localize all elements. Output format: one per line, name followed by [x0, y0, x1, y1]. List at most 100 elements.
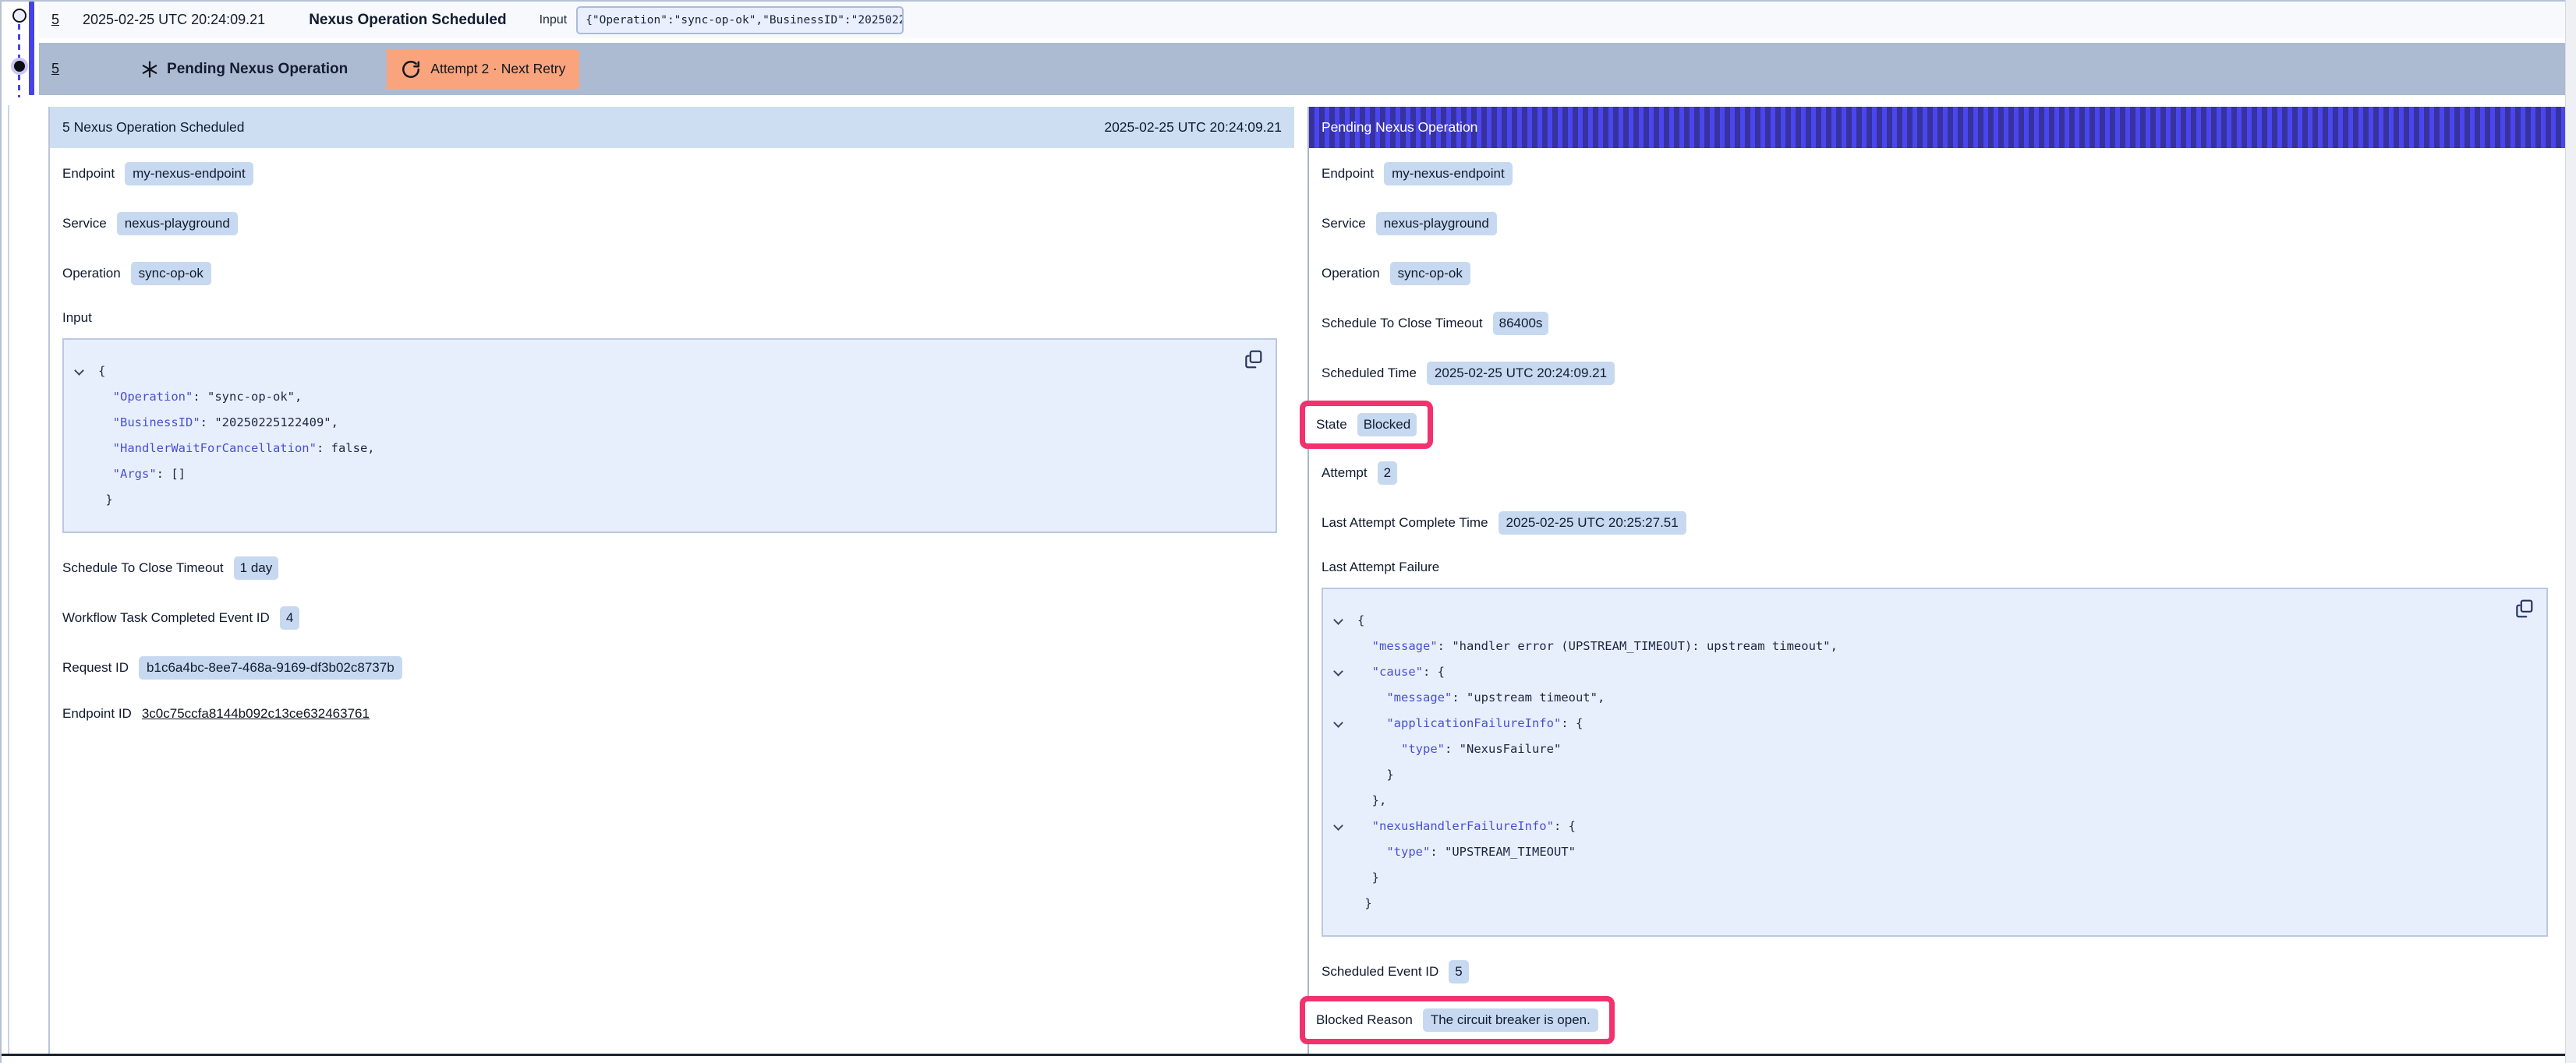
pending-endpoint-label: Endpoint	[1322, 166, 1374, 182]
json-punctuation: :	[1438, 639, 1453, 653]
workflow-task-completed-row: Workflow Task Completed Event ID 4	[62, 606, 1294, 630]
event-row-pending[interactable]: 5 Pending Nexus Operation Attempt 2 · Ne…	[39, 43, 2565, 95]
pending-schedule-to-close-label: Schedule To Close Timeout	[1322, 316, 1483, 331]
pending-panel-header: Pending Nexus Operation	[1309, 107, 2565, 148]
timeline-current-dot-icon	[11, 58, 28, 75]
last-attempt-complete-time-row: Last Attempt Complete Time 2025-02-25 UT…	[1322, 511, 2565, 535]
pending-schedule-to-close-row: Schedule To Close Timeout 86400s	[1322, 312, 2565, 335]
json-key: "BusinessID"	[98, 415, 200, 429]
vertical-scrollbar[interactable]	[2565, 0, 2576, 1063]
last-attempt-complete-time-value-badge: 2025-02-25 UTC 20:25:27.51	[1499, 511, 1686, 535]
scheduled-time-row: Scheduled Time 2025-02-25 UTC 20:24:09.2…	[1322, 362, 2565, 385]
json-key: "applicationFailureInfo"	[1357, 716, 1561, 730]
json-punctuation: : {	[1423, 665, 1445, 679]
page-left-border	[0, 0, 2, 1063]
service-label: Service	[62, 216, 107, 231]
json-punctuation: :	[317, 441, 331, 455]
event-row-scheduled[interactable]: 5 2025-02-25 UTC 20:24:09.21 Nexus Opera…	[39, 2, 2565, 38]
pending-operation-label: Operation	[1322, 266, 1380, 281]
attempt-row: Attempt 2	[1322, 461, 2565, 485]
endpoint-id-row: Endpoint ID 3c0c75ccfa8144b092c13ce63246…	[62, 706, 1294, 722]
operation-label: Operation	[62, 266, 121, 281]
pending-panel-title: Pending Nexus Operation	[1322, 119, 1477, 136]
endpoint-id-link[interactable]: 3c0c75ccfa8144b092c13ce632463761	[142, 706, 370, 722]
pending-title: Pending Nexus Operation	[167, 61, 348, 78]
pending-service-label: Service	[1322, 216, 1366, 231]
left-panel-header: 5 Nexus Operation Scheduled 2025-02-25 U…	[50, 107, 1294, 148]
json-line: "type": "NexusFailure"	[1323, 736, 2531, 762]
pending-operation-row: Operation sync-op-ok	[1322, 262, 2565, 285]
pending-service-row: Service nexus-playground	[1322, 212, 2565, 235]
json-key: "Args"	[98, 467, 157, 481]
endpoint-value-badge: my-nexus-endpoint	[125, 162, 253, 185]
collapse-chevron-icon[interactable]	[1333, 615, 1343, 625]
timeline-dot-core	[14, 61, 25, 72]
json-line: }	[1323, 865, 2531, 891]
pending-service-value-badge: nexus-playground	[1376, 212, 1497, 235]
json-key: "cause"	[1357, 665, 1423, 679]
input-preview-chip[interactable]: {"Operation":"sync-op-ok","BusinessID":"…	[576, 6, 904, 34]
json-line: "Args": []	[64, 461, 1260, 487]
json-value: "sync-op-ok",	[207, 390, 302, 404]
json-line: "type": "UPSTREAM_TIMEOUT"	[1323, 839, 2531, 865]
json-punctuation: }	[1357, 871, 1379, 885]
input-label: Input	[540, 13, 568, 27]
json-line: "Operation": "sync-op-ok",	[64, 384, 1260, 410]
json-punctuation: }	[98, 493, 113, 507]
attempt-label: Attempt	[1322, 465, 1368, 481]
pending-operation-value-badge: sync-op-ok	[1390, 262, 1470, 285]
operation-row: Operation sync-op-ok	[62, 262, 1294, 285]
json-line: {	[64, 358, 1260, 384]
pending-schedule-to-close-value-badge: 86400s	[1493, 312, 1549, 335]
json-value: "NexusFailure"	[1460, 742, 1562, 756]
json-line: {	[1323, 608, 2531, 634]
json-key: "Operation"	[98, 390, 193, 404]
json-line: "message": "upstream timeout",	[1323, 685, 2531, 711]
json-value: "UPSTREAM_TIMEOUT"	[1445, 845, 1576, 859]
json-key: "message"	[1357, 690, 1452, 705]
state-value-badge: Blocked	[1357, 413, 1417, 436]
collapse-chevron-icon[interactable]	[1333, 666, 1343, 676]
event-id-link[interactable]: 5	[51, 12, 59, 28]
json-punctuation: },	[1357, 793, 1386, 807]
state-label: State	[1316, 417, 1347, 433]
request-id-label: Request ID	[62, 660, 129, 676]
input-section-label: Input	[62, 310, 1294, 327]
pending-asterisk-icon	[140, 60, 159, 79]
json-value: "20250225122409",	[214, 415, 338, 429]
endpoint-id-label: Endpoint ID	[62, 706, 132, 722]
json-value: "upstream timeout",	[1467, 690, 1605, 705]
endpoint-row: Endpoint my-nexus-endpoint	[62, 162, 1294, 185]
json-key: "type"	[1357, 742, 1445, 756]
left-panel-timestamp: 2025-02-25 UTC 20:24:09.21	[1104, 119, 1282, 136]
pending-event-id-link[interactable]: 5	[51, 61, 59, 77]
schedule-to-close-value-badge: 1 day	[234, 556, 279, 580]
endpoint-label: Endpoint	[62, 166, 115, 182]
json-key: "message"	[1357, 639, 1438, 653]
page-top-border	[0, 0, 2576, 2]
failure-json-viewer: { "message": "handler error (UPSTREAM_TI…	[1322, 588, 2548, 937]
workflow-task-completed-label: Workflow Task Completed Event ID	[62, 610, 270, 626]
attempt-value-badge: 2	[1378, 461, 1397, 485]
pending-endpoint-row: Endpoint my-nexus-endpoint	[1322, 162, 2565, 185]
collapse-chevron-icon[interactable]	[74, 366, 84, 376]
left-panel-title: 5 Nexus Operation Scheduled	[62, 119, 244, 136]
json-key: "HandlerWaitForCancellation"	[98, 441, 317, 455]
scheduled-event-id-row: Scheduled Event ID 5	[1322, 960, 2565, 984]
scheduled-event-detail-panel: 5 Nexus Operation Scheduled 2025-02-25 U…	[48, 107, 1294, 1054]
last-attempt-complete-time-label: Last Attempt Complete Time	[1322, 515, 1488, 531]
scheduled-event-id-label: Scheduled Event ID	[1322, 964, 1438, 980]
state-annotation-box: State Blocked	[1300, 401, 1433, 449]
json-punctuation: {	[1357, 613, 1364, 627]
json-line: "applicationFailureInfo": {	[1323, 711, 2531, 736]
pending-endpoint-value-badge: my-nexus-endpoint	[1384, 162, 1513, 185]
json-line: "HandlerWaitForCancellation": false,	[64, 436, 1260, 461]
json-line: }	[1323, 891, 2531, 916]
last-attempt-failure-label: Last Attempt Failure	[1322, 560, 2565, 577]
collapse-chevron-icon[interactable]	[1333, 718, 1343, 728]
json-line: }	[64, 487, 1260, 513]
scheduled-event-id-value-badge: 5	[1449, 960, 1468, 984]
collapse-chevron-icon[interactable]	[1333, 821, 1343, 831]
retry-badge-label: Attempt 2 · Next Retry	[430, 61, 565, 77]
schedule-to-close-row: Schedule To Close Timeout 1 day	[62, 556, 1294, 580]
